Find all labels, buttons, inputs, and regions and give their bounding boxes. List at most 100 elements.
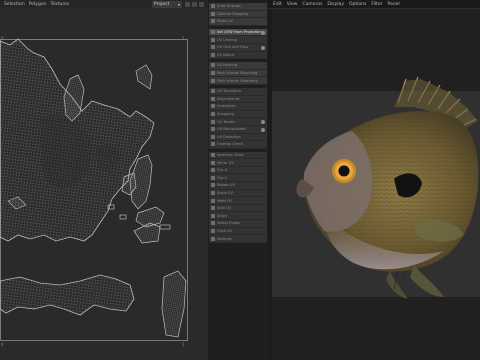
uv-tools-panel: Auto-Unwrap Optimal Mapping Relax UV Set UV… <box>208 0 268 360</box>
project-select-label: Project <box>154 2 170 7</box>
tool-item[interactable]: Settings <box>209 235 267 243</box>
tool-item-label: Selection Tools <box>217 152 244 157</box>
tool-item-label: Weld UV <box>217 198 233 203</box>
uv-island-fin-side <box>133 222 161 244</box>
tool-item[interactable]: Pack Islands Bounding <box>209 69 267 78</box>
menu-display[interactable]: Display <box>327 2 344 7</box>
lock-icon[interactable] <box>192 2 197 7</box>
tool-item[interactable]: Grab UV <box>209 227 267 236</box>
tool-item[interactable]: Relax UV <box>209 18 267 26</box>
uv-island-fin-top <box>135 64 153 90</box>
tool-item-label: Align Islands <box>217 96 240 101</box>
tool-item-label: UV Manipulation <box>217 127 247 132</box>
menu-textures[interactable]: Textures <box>50 2 69 7</box>
close-icon[interactable] <box>199 2 204 7</box>
manip-icon <box>211 127 215 132</box>
tool-item[interactable]: Snapping <box>209 110 267 119</box>
project-select[interactable]: Project ▾ <box>152 1 182 8</box>
uv-island-tag-3 <box>159 224 171 230</box>
tool-item[interactable]: Straighten <box>209 103 267 111</box>
tool-item[interactable]: UV Manipulation <box>209 125 267 134</box>
tool-item[interactable]: Flip U <box>209 166 267 175</box>
tool-item-label: Straighten <box>217 104 236 109</box>
toggle-icon[interactable] <box>261 45 265 50</box>
tool-item-label: UV Island <box>217 52 234 57</box>
tool-item[interactable]: UV Grid and Flow <box>209 43 267 52</box>
toggle-icon[interactable] <box>261 30 265 35</box>
fish-model <box>296 76 479 299</box>
tool-item[interactable]: Pack Islands Geometry <box>209 77 267 85</box>
scale-icon <box>211 190 215 195</box>
tool-item[interactable]: UV Distortion <box>209 133 267 142</box>
select-icon <box>211 152 215 157</box>
tool-item[interactable]: Set UVW From Projection <box>209 28 267 37</box>
tool-item[interactable]: Mirror UV <box>209 159 267 167</box>
tool-item-label: Stitch <box>217 213 228 218</box>
grab-icon <box>211 228 215 233</box>
tool-item-label: Rotate UV <box>217 183 235 188</box>
uv-editor-panel: Selection Polygon Textures Project ▾ 0 1… <box>0 0 208 360</box>
toggle-icon[interactable] <box>261 120 265 125</box>
tool-item[interactable]: UV Island <box>209 51 267 60</box>
unwrap-icon <box>211 37 215 42</box>
tool-item-label: Grab UV <box>217 228 232 233</box>
grid-icon <box>211 45 215 50</box>
tool-item[interactable]: Align Islands <box>209 95 267 104</box>
weld-icon <box>211 198 215 203</box>
terrain-icon <box>211 119 215 124</box>
tool-item[interactable]: UV Packing <box>209 62 267 70</box>
menu-view[interactable]: View <box>287 2 298 7</box>
relax-icon <box>211 19 215 24</box>
tool-item[interactable]: Flip V <box>209 174 267 183</box>
projection-icon <box>211 30 215 35</box>
tool-item-label: Pack Islands Bounding <box>217 71 258 76</box>
tool-item-label: Flip V <box>217 175 227 180</box>
tool-item[interactable]: Optimal Mapping <box>209 10 267 19</box>
overlap-icon <box>211 142 215 147</box>
settings-icon[interactable] <box>185 2 190 7</box>
tool-item[interactable]: Auto-Unwrap <box>209 3 267 11</box>
3d-viewport[interactable] <box>272 9 480 360</box>
tool-item-label: UV Unwrap <box>217 37 238 42</box>
menu-selection[interactable]: Selection <box>4 2 25 7</box>
tool-item[interactable]: Stitch <box>209 212 267 221</box>
tool-item[interactable]: Selection Tools <box>209 151 267 160</box>
tool-item-label: UV Grid and Flow <box>217 45 249 50</box>
uv-viewport[interactable]: 0 1 1 0 <box>0 9 208 360</box>
tool-item[interactable]: Rotate UV <box>209 182 267 190</box>
toggle-icon[interactable] <box>261 127 265 132</box>
pack-icon <box>211 63 215 68</box>
tool-item-label: UV Packing <box>217 63 238 68</box>
tool-item[interactable]: UV Terrain <box>209 118 267 126</box>
tool-item[interactable]: UV Unwrap <box>209 36 267 44</box>
tool-item[interactable]: UV Transform <box>209 87 267 96</box>
island-icon <box>211 52 215 57</box>
edge-icon <box>211 221 215 226</box>
tool-item[interactable]: Weld UV <box>209 197 267 205</box>
straighten-icon <box>211 104 215 109</box>
menu-panel[interactable]: Panel <box>388 2 400 7</box>
menu-filter[interactable]: Filter <box>371 2 382 7</box>
uv-editor-header: Selection Polygon Textures Project ▾ <box>0 0 208 9</box>
tool-item-label: Auto-Unwrap <box>217 4 241 9</box>
tool-item[interactable]: Split UV <box>209 204 267 213</box>
tool-item-label: Settings <box>217 236 232 241</box>
menu-edit[interactable]: Edit <box>273 2 282 7</box>
tool-item[interactable]: Select Edges <box>209 220 267 228</box>
split-icon <box>211 206 215 211</box>
tool-item-label: Split UV <box>217 206 232 211</box>
tool-item-label: Scale UV <box>217 190 233 195</box>
tool-item-label: Pack Islands Geometry <box>217 78 259 83</box>
flip-icon <box>211 175 215 180</box>
chevron-down-icon: ▾ <box>177 2 180 7</box>
tool-item-label: Overlap Check <box>217 142 244 147</box>
tool-item-label: Optimal Mapping <box>217 11 248 16</box>
tool-item-label: Mirror UV <box>217 160 234 165</box>
tool-item[interactable]: Scale UV <box>209 189 267 198</box>
tool-item[interactable]: Overlap Check <box>209 141 267 149</box>
menu-cameras[interactable]: Cameras <box>302 2 322 7</box>
menu-polygon[interactable]: Polygon <box>29 2 47 7</box>
menu-options[interactable]: Options <box>349 2 366 7</box>
align-icon <box>211 96 215 101</box>
tool-item-label: UV Distortion <box>217 134 241 139</box>
